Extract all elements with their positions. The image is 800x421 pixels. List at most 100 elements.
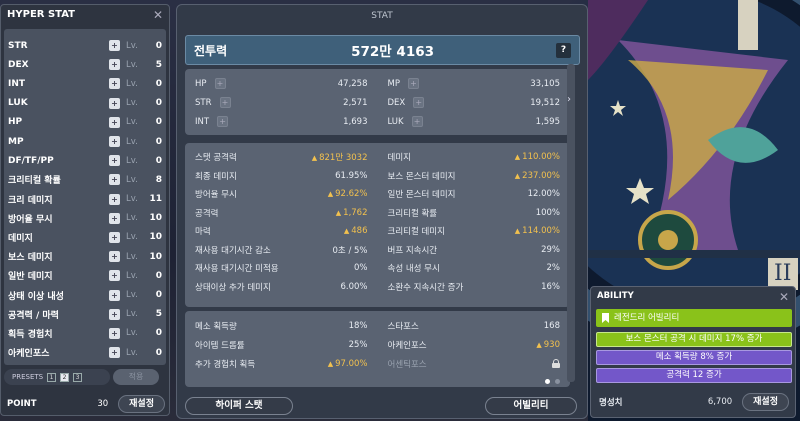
preset-1-button[interactable]: 1 [47,372,57,382]
stat-cell: 메소 획득량 18% [185,316,378,335]
stat-name: DEX [387,97,406,108]
hyper-stat-row: 획득 경험치 + Lv. 0 [4,324,166,343]
plus-icon[interactable]: + [109,97,120,109]
plus-icon[interactable]: + [109,193,120,205]
svg-text:II: II [774,261,791,286]
level-label: Lv. [126,309,138,320]
stat-value-text: 61.95% [335,170,368,181]
plus-icon[interactable]: + [407,78,419,89]
up-arrow-icon: ▲ [514,227,521,236]
stat-cell: 최종 데미지 61.95% [185,167,378,186]
level-label: Lv. [126,117,138,128]
plus-icon[interactable]: + [109,327,120,339]
stat-value: 2,571 [343,98,367,108]
level-label: Lv. [126,78,138,89]
preset-2-button[interactable]: 2 [60,372,70,382]
hyper-stat-name: 보스 데미지 [8,253,53,264]
page-dot-1[interactable] [545,379,550,384]
stat-value: 0% [354,263,368,273]
plus-icon[interactable]: + [219,97,231,108]
hyper-stat-row: 공격력 / 마력 + Lv. 5 [4,305,166,324]
hyper-stat-level: 0 [155,98,162,109]
hyper-stat-row: DEX + Lv. 5 [4,55,166,74]
stat-name: 크리티컬 확률 [387,208,438,219]
stat-value: ▲ 486 [344,226,368,236]
stat-name: 추가 경험치 획득 [195,359,256,370]
stat-value: ▲ 821만 3032 [312,151,368,163]
up-arrow-icon: ▲ [514,171,521,180]
stat-name: 크리티컬 데미지 [387,227,445,238]
stat-cell: 추가 경험치 획득 ▲ 97.00% [185,354,378,373]
stat-value: ▲ 92.62% [328,189,368,199]
hyper-stat-level: 10 [149,251,162,262]
help-icon[interactable]: ? [556,42,571,58]
ability-panel: ABILITY ✕ 레전드리 어빌리티 보스 몬스터 공격 시 데미지 17% … [590,286,796,418]
stat-value-text: 25% [348,339,368,350]
hyper-stat-name: 방어율 무시 [8,214,53,225]
plus-icon[interactable]: + [413,97,425,108]
ability-grade: 레전드리 어빌리티 [596,309,792,327]
stat-value-text: 33,105 [530,78,560,89]
detail-stats-block: 스탯 공격력 ▲ 821만 3032 데미지 ▲ 110.00% 최종 데미지 61.95% 보… [185,143,570,307]
stat-value: 1,693 [343,117,367,127]
hyper-stat-level: 0 [155,136,162,147]
hyper-reset-button[interactable]: 재설정 [118,395,165,413]
detail-expand-strip[interactable] [567,64,575,382]
up-arrow-icon: ▲ [311,154,318,163]
plus-icon[interactable]: + [109,155,120,167]
page-dot-2[interactable] [555,379,560,384]
close-icon[interactable]: ✕ [779,290,789,304]
plus-icon[interactable]: + [109,136,120,148]
stat-cell: 공격력 ▲ 1,762 [185,204,378,223]
plus-icon[interactable]: + [109,308,120,320]
ability-reset-button[interactable]: 재설정 [742,393,789,411]
stat-name: 최종 데미지 [195,171,237,182]
stat-name: 스탯 공격력 [195,153,237,164]
level-label: Lv. [126,213,138,224]
stat-value: 33,105 [530,79,560,89]
hyper-stat-title: HYPER STAT ✕ [1,5,169,25]
plus-icon[interactable]: + [109,116,120,128]
plus-icon[interactable]: + [109,212,120,224]
hyper-stat-panel: HYPER STAT ✕ STR + Lv. 0 DEX + Lv. 5 INT + Lv. 0 LUK… [0,4,170,416]
level-label: Lv. [126,155,138,166]
hyper-stat-level: 8 [155,174,162,185]
plus-icon[interactable]: + [109,251,120,263]
hyper-stat-level: 0 [155,270,162,281]
apply-button[interactable]: 적용 [113,369,159,385]
stat-cell: 보스 몬스터 데미지 ▲ 237.00% [378,167,571,186]
plus-icon[interactable]: + [109,347,120,359]
hyper-stat-button[interactable]: 하이퍼 스탯 [185,397,293,415]
plus-icon[interactable]: + [217,116,229,127]
plus-icon[interactable]: + [109,59,120,71]
stat-cell: 크리티컬 데미지 ▲ 114.00% [378,222,571,241]
stat-cell: INT +1,693 [185,112,378,131]
hyper-stat-name: INT [8,78,26,89]
chevron-right-icon[interactable]: › [567,94,571,105]
preset-3-button[interactable]: 3 [73,372,83,382]
plus-icon[interactable]: + [109,231,120,243]
level-label: Lv. [126,174,138,185]
hyper-stat-row: MP + Lv. 0 [4,132,166,151]
plus-icon[interactable]: + [109,40,120,52]
stat-value: 16% [541,282,560,292]
plus-icon[interactable]: + [109,174,120,186]
stat-cell: 데미지 ▲ 110.00% [378,148,571,167]
stat-value: 12.00% [528,189,560,199]
stat-value-text: 1,693 [343,116,368,127]
stat-cell: 상태이상 추가 데미지 6.00% [185,278,378,297]
plus-icon[interactable]: + [109,78,120,90]
hyper-stat-level: 10 [149,232,162,243]
plus-icon[interactable]: + [109,289,120,301]
plus-icon[interactable]: + [214,78,226,89]
stat-cell: 아케인포스 ▲ 930 [378,335,571,354]
ability-button[interactable]: 어빌리티 [485,397,577,415]
hyper-stat-name: LUK [8,98,28,109]
hyper-stat-level: 0 [155,155,162,166]
close-icon[interactable]: ✕ [153,8,163,22]
plus-icon[interactable]: + [411,116,423,127]
stat-value: 47,258 [338,79,368,89]
plus-icon[interactable]: + [109,270,120,282]
stat-value-text: 237.00% [522,170,560,181]
hyper-stat-level: 10 [149,213,162,224]
